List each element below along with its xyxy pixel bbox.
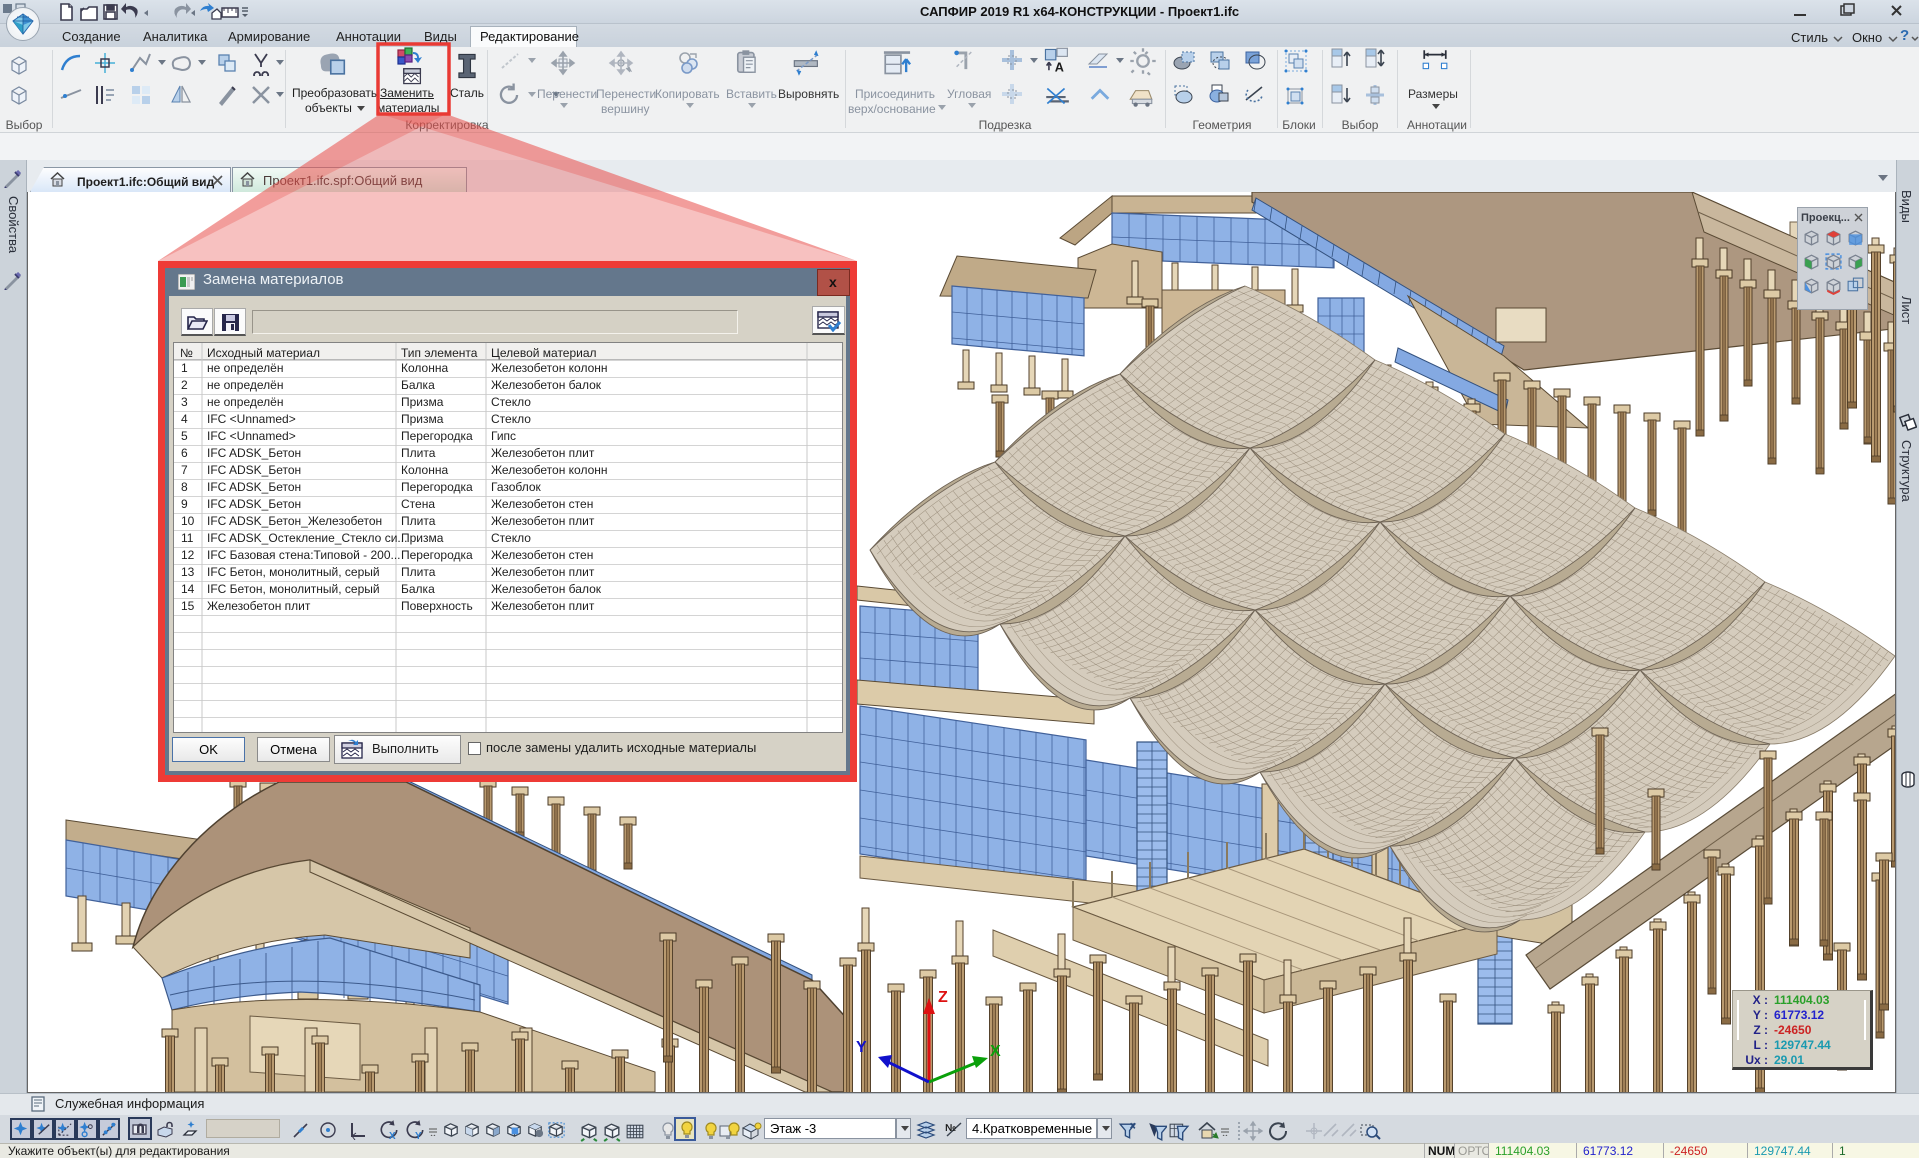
svg-text:Y: Y <box>415 1131 422 1141</box>
svg-text:Y: Y <box>856 1039 867 1056</box>
svg-text:Z: Z <box>938 989 948 1006</box>
svg-text:X: X <box>389 1131 396 1141</box>
svg-text:№: № <box>945 1123 956 1134</box>
svg-text:X: X <box>990 1043 1001 1060</box>
